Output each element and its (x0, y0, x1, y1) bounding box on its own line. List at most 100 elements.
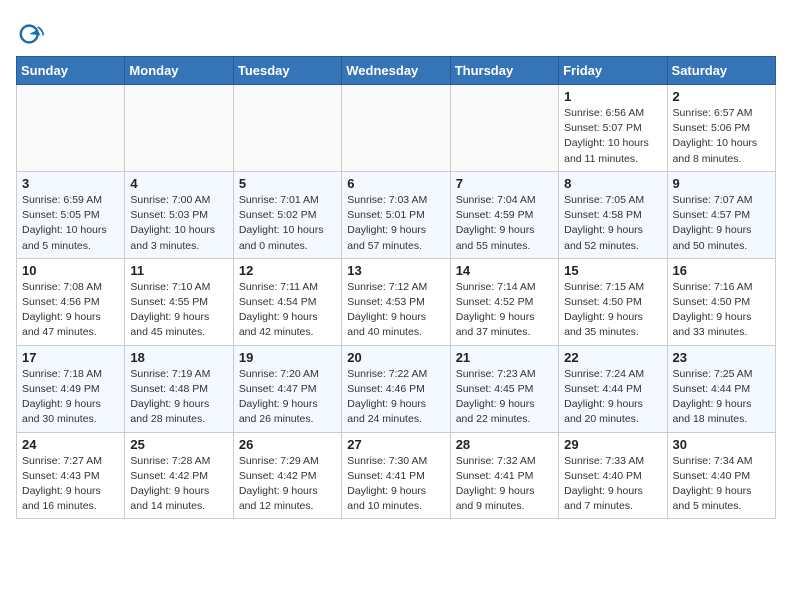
day-number: 11 (130, 263, 227, 278)
calendar-cell: 24Sunrise: 7:27 AMSunset: 4:43 PMDayligh… (17, 432, 125, 519)
day-number: 17 (22, 350, 119, 365)
day-number: 21 (456, 350, 553, 365)
calendar-cell: 17 Sunrise: 7:18 AMSunset: 4:49 PMDayligh… (17, 345, 125, 432)
day-detail: Sunrise: 7:15 AMSunset: 4:50 PMDaylight:… (564, 280, 661, 341)
calendar-cell: 8 Sunrise: 7:05 AMSunset: 4:58 PMDaylight… (559, 171, 667, 258)
day-detail: Sunrise: 7:33 AMSunset: 4:40 PMDaylight:… (564, 454, 661, 515)
day-number: 23 (673, 350, 770, 365)
calendar-cell: 4 Sunrise: 7:00 AMSunset: 5:03 PMDaylight… (125, 171, 233, 258)
day-detail: Sunrise: 7:10 AMSunset: 4:55 PMDaylight:… (130, 280, 227, 341)
day-number: 27 (347, 437, 444, 452)
day-detail: Sunrise: 7:28 AMSunset: 4:42 PMDaylight:… (130, 454, 227, 515)
day-detail: Sunrise: 7:07 AMSunset: 4:57 PMDaylight:… (673, 193, 770, 254)
calendar-cell: 1 Sunrise: 6:56 AMSunset: 5:07 PMDaylight… (559, 85, 667, 172)
day-detail: Sunrise: 6:59 AMSunset: 5:05 PMDaylight:… (22, 193, 119, 254)
day-detail: Sunrise: 7:23 AMSunset: 4:45 PMDaylight:… (456, 367, 553, 428)
calendar-cell: 18 Sunrise: 7:19 AMSunset: 4:48 PMDayligh… (125, 345, 233, 432)
day-number: 24 (22, 437, 119, 452)
day-detail: Sunrise: 7:29 AMSunset: 4:42 PMDaylight:… (239, 454, 336, 515)
day-detail: Sunrise: 7:25 AMSunset: 4:44 PMDaylight:… (673, 367, 770, 428)
day-number: 9 (673, 176, 770, 191)
calendar-cell: 14 Sunrise: 7:14 AMSunset: 4:52 PMDayligh… (450, 258, 558, 345)
calendar-cell: 27 Sunrise: 7:30 AMSunset: 4:41 PMDayligh… (342, 432, 450, 519)
calendar-cell: 15 Sunrise: 7:15 AMSunset: 4:50 PMDayligh… (559, 258, 667, 345)
day-detail: Sunrise: 7:08 AMSunset: 4:56 PMDaylight:… (22, 280, 119, 341)
day-detail: Sunrise: 7:03 AMSunset: 5:01 PMDaylight:… (347, 193, 444, 254)
dow-header-tuesday: Tuesday (233, 57, 341, 85)
day-number: 25 (130, 437, 227, 452)
day-detail: Sunrise: 6:56 AMSunset: 5:07 PMDaylight:… (564, 106, 661, 167)
day-detail: Sunrise: 7:24 AMSunset: 4:44 PMDaylight:… (564, 367, 661, 428)
day-number: 18 (130, 350, 227, 365)
day-number: 1 (564, 89, 661, 104)
calendar-cell: 11 Sunrise: 7:10 AMSunset: 4:55 PMDayligh… (125, 258, 233, 345)
day-detail: Sunrise: 7:04 AMSunset: 4:59 PMDaylight:… (456, 193, 553, 254)
calendar-cell: 9 Sunrise: 7:07 AMSunset: 4:57 PMDaylight… (667, 171, 775, 258)
day-number: 2 (673, 89, 770, 104)
calendar-cell (125, 85, 233, 172)
calendar-cell: 7 Sunrise: 7:04 AMSunset: 4:59 PMDaylight… (450, 171, 558, 258)
day-detail: Sunrise: 6:57 AMSunset: 5:06 PMDaylight:… (673, 106, 770, 167)
day-number: 8 (564, 176, 661, 191)
dow-header-friday: Friday (559, 57, 667, 85)
calendar-cell: 10 Sunrise: 7:08 AMSunset: 4:56 PMDayligh… (17, 258, 125, 345)
calendar-cell: 13 Sunrise: 7:12 AMSunset: 4:53 PMDayligh… (342, 258, 450, 345)
dow-header-saturday: Saturday (667, 57, 775, 85)
day-detail: Sunrise: 7:34 AMSunset: 4:40 PMDaylight:… (673, 454, 770, 515)
day-number: 5 (239, 176, 336, 191)
day-detail: Sunrise: 7:05 AMSunset: 4:58 PMDaylight:… (564, 193, 661, 254)
calendar-cell: 29 Sunrise: 7:33 AMSunset: 4:40 PMDayligh… (559, 432, 667, 519)
calendar-cell (233, 85, 341, 172)
day-detail: Sunrise: 7:11 AMSunset: 4:54 PMDaylight:… (239, 280, 336, 341)
calendar-cell (342, 85, 450, 172)
day-number: 29 (564, 437, 661, 452)
day-detail: Sunrise: 7:19 AMSunset: 4:48 PMDaylight:… (130, 367, 227, 428)
calendar-cell: 12 Sunrise: 7:11 AMSunset: 4:54 PMDayligh… (233, 258, 341, 345)
logo-icon (18, 20, 46, 48)
dow-header-wednesday: Wednesday (342, 57, 450, 85)
calendar-cell: 2 Sunrise: 6:57 AMSunset: 5:06 PMDaylight… (667, 85, 775, 172)
calendar-cell: 21 Sunrise: 7:23 AMSunset: 4:45 PMDayligh… (450, 345, 558, 432)
day-detail: Sunrise: 7:00 AMSunset: 5:03 PMDaylight:… (130, 193, 227, 254)
calendar-cell: 28 Sunrise: 7:32 AMSunset: 4:41 PMDayligh… (450, 432, 558, 519)
day-number: 14 (456, 263, 553, 278)
calendar-table: SundayMondayTuesdayWednesdayThursdayFrid… (16, 56, 776, 519)
day-detail: Sunrise: 7:20 AMSunset: 4:47 PMDaylight:… (239, 367, 336, 428)
calendar-cell: 6 Sunrise: 7:03 AMSunset: 5:01 PMDaylight… (342, 171, 450, 258)
logo (16, 20, 50, 48)
day-detail: Sunrise: 7:18 AMSunset: 4:49 PMDaylight:… (22, 367, 119, 428)
header (16, 16, 776, 48)
day-number: 15 (564, 263, 661, 278)
day-number: 13 (347, 263, 444, 278)
day-number: 10 (22, 263, 119, 278)
day-number: 6 (347, 176, 444, 191)
calendar-cell: 5 Sunrise: 7:01 AMSunset: 5:02 PMDaylight… (233, 171, 341, 258)
calendar-cell: 26 Sunrise: 7:29 AMSunset: 4:42 PMDayligh… (233, 432, 341, 519)
day-number: 7 (456, 176, 553, 191)
calendar-cell: 16Sunrise: 7:16 AMSunset: 4:50 PMDayligh… (667, 258, 775, 345)
dow-header-monday: Monday (125, 57, 233, 85)
calendar-cell: 20Sunrise: 7:22 AMSunset: 4:46 PMDayligh… (342, 345, 450, 432)
dow-header-sunday: Sunday (17, 57, 125, 85)
day-detail: Sunrise: 7:30 AMSunset: 4:41 PMDaylight:… (347, 454, 444, 515)
day-number: 28 (456, 437, 553, 452)
day-detail: Sunrise: 7:12 AMSunset: 4:53 PMDaylight:… (347, 280, 444, 341)
day-number: 26 (239, 437, 336, 452)
day-number: 16 (673, 263, 770, 278)
day-number: 30 (673, 437, 770, 452)
day-number: 22 (564, 350, 661, 365)
calendar-cell (17, 85, 125, 172)
calendar-cell (450, 85, 558, 172)
day-detail: Sunrise: 7:32 AMSunset: 4:41 PMDaylight:… (456, 454, 553, 515)
day-number: 4 (130, 176, 227, 191)
calendar-cell: 23 Sunrise: 7:25 AMSunset: 4:44 PMDayligh… (667, 345, 775, 432)
calendar-cell: 22 Sunrise: 7:24 AMSunset: 4:44 PMDayligh… (559, 345, 667, 432)
day-detail: Sunrise: 7:14 AMSunset: 4:52 PMDaylight:… (456, 280, 553, 341)
day-number: 12 (239, 263, 336, 278)
day-detail: Sunrise: 7:01 AMSunset: 5:02 PMDaylight:… (239, 193, 336, 254)
calendar-cell: 25 Sunrise: 7:28 AMSunset: 4:42 PMDayligh… (125, 432, 233, 519)
day-number: 3 (22, 176, 119, 191)
calendar-cell: 30 Sunrise: 7:34 AMSunset: 4:40 PMDayligh… (667, 432, 775, 519)
calendar-cell: 19Sunrise: 7:20 AMSunset: 4:47 PMDayligh… (233, 345, 341, 432)
day-number: 20 (347, 350, 444, 365)
